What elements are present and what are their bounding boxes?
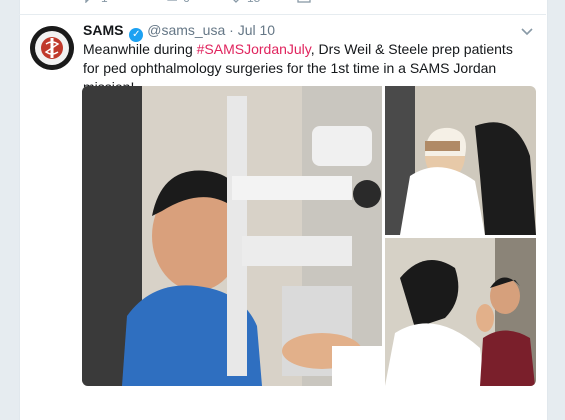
previous-tweet-actions: 1 6 15 [83,0,343,5]
hashtag-link[interactable]: #SAMSJordanJuly [197,41,311,57]
meta-separator: · [229,22,234,38]
media-grid [82,86,536,386]
chevron-down-icon[interactable] [520,24,534,38]
bottom-right-photo[interactable] [385,238,536,386]
avatar[interactable] [30,26,74,70]
like-count: 15 [247,0,260,5]
author-name[interactable]: SAMS [83,22,123,38]
retweet-icon[interactable] [163,0,179,6]
author-handle[interactable]: @sams_usa [147,22,225,38]
like-icon[interactable] [229,0,243,6]
top-right-photo[interactable] [385,86,536,235]
reply-icon[interactable] [83,0,97,6]
tweet-header: SAMS ✓ @sams_usa · Jul 10 [83,22,275,42]
tweet-date[interactable]: Jul 10 [238,22,275,38]
retweet-count: 6 [183,0,190,5]
message-icon[interactable] [297,0,311,6]
reply-count: 1 [101,0,108,5]
tweet-text-before: Meanwhile during [83,41,197,57]
tweet-divider [19,14,546,15]
main-photo[interactable] [82,86,382,386]
